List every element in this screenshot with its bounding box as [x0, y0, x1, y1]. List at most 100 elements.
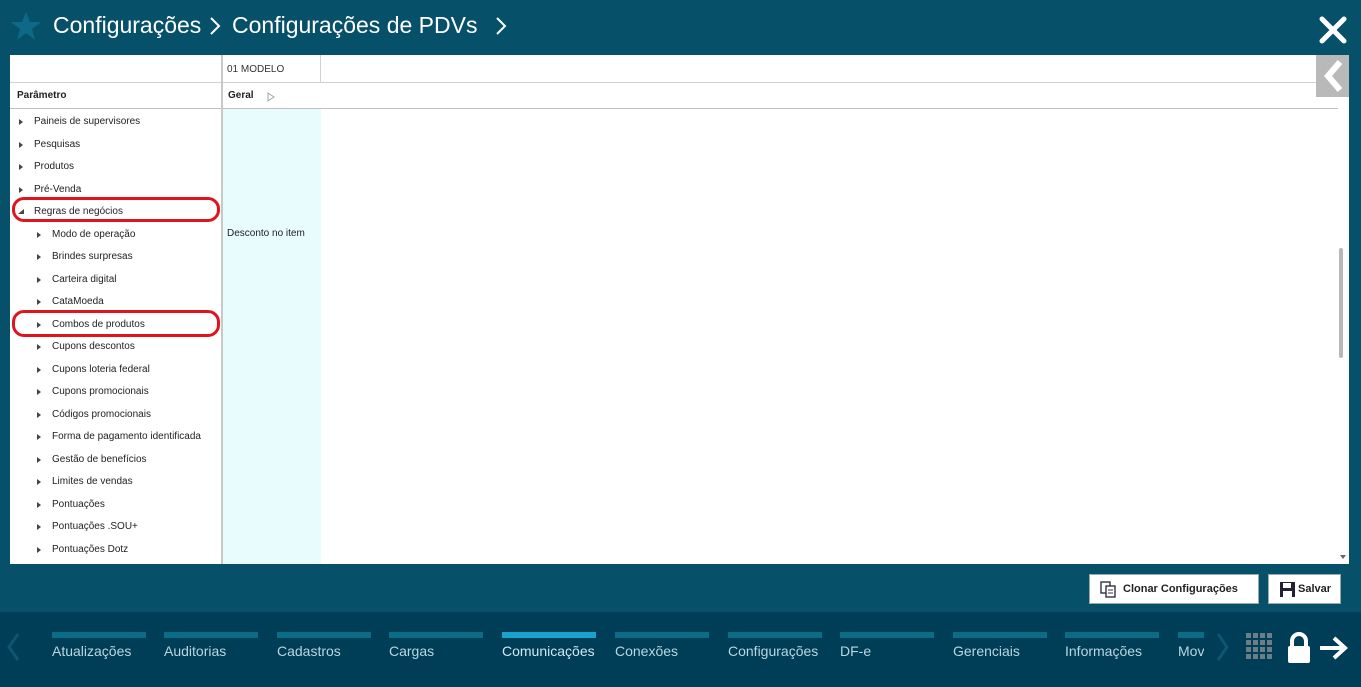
tree-item[interactable]: Pontuações Dotz — [36, 540, 221, 560]
chevron-right-icon[interactable] — [1215, 632, 1231, 662]
menu-item[interactable]: DF-e — [840, 632, 934, 672]
clone-config-label: Clonar Configurações — [1123, 583, 1238, 595]
lock-icon[interactable] — [1286, 632, 1312, 664]
save-button[interactable]: Salvar — [1268, 574, 1341, 604]
tree-item[interactable]: Códigos promocionais — [36, 405, 221, 425]
collapsed-arrow-icon[interactable] — [36, 411, 42, 419]
tree-item[interactable]: Carteira digital — [36, 270, 221, 290]
menu-item-label: Informações — [1065, 643, 1143, 659]
menu-item[interactable]: Cadastros — [277, 632, 371, 672]
tree-item[interactable]: Cupons loteria federal — [36, 360, 221, 380]
breadcrumb-configuracoes-pdvs[interactable]: Configurações de PDVs — [232, 12, 477, 39]
tree-item[interactable]: Cupons descontos — [36, 337, 221, 357]
tree-item[interactable]: Pontuações .SOU+ — [36, 517, 221, 537]
chevron-right-icon — [210, 17, 221, 35]
tree-item-label: Regras de negócios — [34, 206, 123, 217]
menu-item-label: Cargas — [389, 643, 435, 659]
collapsed-arrow-icon[interactable] — [36, 478, 42, 486]
menu-item[interactable]: Auditorias — [164, 632, 258, 672]
tree-item-label: Paineis de supervisores — [34, 116, 141, 127]
tree-item-label: CataMoeda — [52, 296, 104, 307]
collapsed-arrow-icon[interactable] — [36, 388, 42, 396]
menu-item[interactable]: Gerenciais — [953, 632, 1047, 672]
tree-item[interactable]: Forma de pagamento identificada — [36, 427, 221, 447]
save-label: Salvar — [1298, 583, 1332, 595]
tree-item[interactable]: Regras de negócios — [18, 202, 221, 222]
collapsed-arrow-icon[interactable] — [36, 321, 42, 329]
menu-item[interactable]: Configurações — [728, 632, 822, 672]
group-header-geral[interactable]: Geral — [228, 90, 254, 101]
divider — [10, 108, 1338, 109]
collapsed-arrow-icon[interactable] — [36, 298, 42, 306]
tree-item[interactable]: Pré-Venda — [18, 180, 221, 200]
tree-item[interactable]: Pontuações — [36, 495, 221, 515]
logout-arrow-icon[interactable] — [1318, 636, 1350, 660]
tree-item[interactable]: Cupons promocionais — [36, 382, 221, 402]
collapsed-arrow-icon[interactable] — [36, 501, 42, 509]
tree-item[interactable]: Paineis de supervisores — [18, 112, 221, 132]
tree-item[interactable]: CataMoeda — [36, 292, 221, 312]
breadcrumb-configuracoes[interactable]: Configurações — [53, 12, 201, 39]
tree-item[interactable]: Combos de produtos — [36, 315, 221, 335]
star-icon[interactable] — [10, 10, 42, 42]
collapsed-arrow-icon[interactable] — [36, 343, 42, 351]
apps-grid-icon[interactable] — [1245, 632, 1275, 662]
tree-item-label: Pontuações .SOU+ — [52, 521, 138, 532]
tree-item[interactable]: Produtos — [18, 157, 221, 177]
menu-item[interactable]: Mov — [1178, 632, 1204, 672]
tree-item[interactable]: Gestão de benefícios — [36, 450, 221, 470]
divider — [10, 82, 1320, 83]
collapsed-arrow-icon[interactable] — [36, 276, 42, 284]
tree-item-label: Pontuações Dotz — [52, 543, 129, 555]
menu-item[interactable]: Informações — [1065, 632, 1159, 672]
collapsed-arrow-icon[interactable] — [36, 433, 42, 441]
menu-item[interactable]: Atualizações — [52, 632, 146, 672]
tree-item-label: Códigos promocionais — [52, 408, 151, 420]
collapsed-arrow-icon[interactable] — [18, 163, 24, 171]
collapse-panel-button[interactable] — [1316, 55, 1349, 97]
menu-item[interactable]: Conexões — [615, 632, 709, 672]
scroll-down-icon[interactable] — [1339, 553, 1347, 561]
tree-item-label: Limites de vendas — [52, 476, 133, 487]
tree-item[interactable]: Pesquisas — [18, 135, 221, 155]
menu-item-bar — [277, 632, 371, 638]
menu-item-bar — [502, 632, 596, 638]
menu-item-label: Configurações — [728, 643, 819, 659]
collapsed-arrow-icon[interactable] — [36, 253, 42, 261]
close-icon[interactable] — [1318, 15, 1348, 45]
value-cell[interactable]: Desconto no item — [227, 228, 305, 239]
collapsed-arrow-icon[interactable] — [36, 456, 42, 464]
menu-item-bar — [389, 632, 483, 638]
collapsed-arrow-icon[interactable] — [36, 366, 42, 374]
chevron-left-icon[interactable] — [5, 632, 21, 662]
config-grid-panel: 01 MODELO Parâmetro Geral Desconto no it… — [10, 55, 1349, 564]
menu-item-bar — [164, 632, 258, 638]
save-icon — [1280, 582, 1295, 597]
column-splitter[interactable] — [221, 55, 223, 564]
collapsed-arrow-icon[interactable] — [18, 186, 24, 194]
model-column-label: 01 MODELO — [227, 64, 285, 75]
expanded-arrow-icon[interactable] — [18, 208, 24, 216]
tree-item[interactable]: Modo de operação — [36, 225, 221, 245]
menu-item-bar — [840, 632, 934, 638]
chevron-left-icon — [1324, 60, 1343, 92]
collapsed-arrow-icon[interactable] — [18, 118, 24, 126]
tree-item[interactable]: Limites de vendas — [36, 472, 221, 492]
scrollbar-thumb[interactable] — [1339, 248, 1343, 358]
menu-item-label: Comunicações — [502, 643, 595, 659]
collapsed-arrow-icon[interactable] — [18, 141, 24, 149]
menu-item[interactable]: Cargas — [389, 632, 483, 672]
tree-item-label: Cupons promocionais — [52, 386, 149, 397]
clone-config-button[interactable]: Clonar Configurações — [1089, 574, 1259, 604]
menu-item-label: Conexões — [615, 643, 679, 659]
expand-arrow-icon[interactable] — [267, 92, 275, 102]
menu-item-label: Atualizações — [52, 643, 132, 659]
collapsed-arrow-icon[interactable] — [36, 523, 42, 531]
app-header: Configurações Configurações de PDVs — [0, 0, 1361, 55]
collapsed-arrow-icon[interactable] — [36, 546, 42, 554]
collapsed-arrow-icon[interactable] — [36, 231, 42, 239]
tree-item-label: Pré-Venda — [34, 183, 82, 195]
chevron-right-icon[interactable] — [494, 15, 508, 37]
menu-item[interactable]: Comunicações — [502, 632, 596, 672]
tree-item[interactable]: Brindes surpresas — [36, 247, 221, 267]
